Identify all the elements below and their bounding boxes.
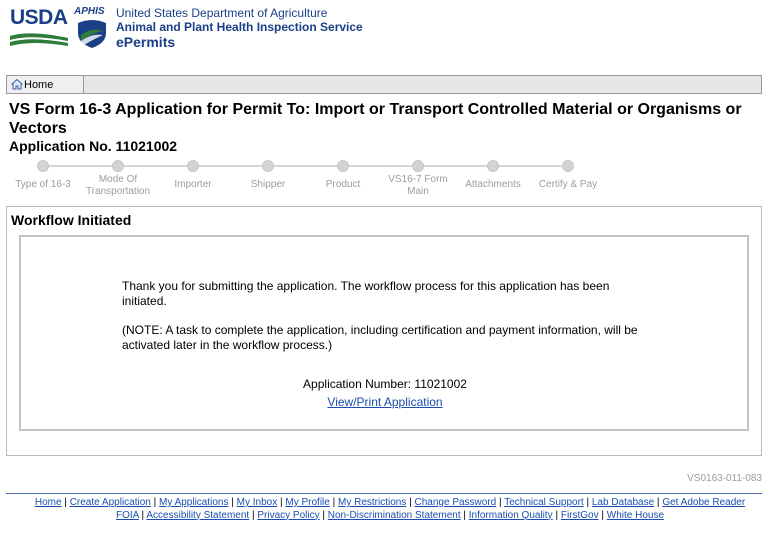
footer-link-non-discrimination-statement[interactable]: Non-Discrimination Statement [328, 510, 461, 521]
footer-link-information-quality[interactable]: Information Quality [469, 510, 553, 521]
step-label: Certify & Pay [538, 179, 598, 190]
message-box: Thank you for submitting the application… [19, 235, 749, 431]
service-name: Animal and Plant Health Inspection Servi… [116, 20, 363, 34]
footer-link-my-restrictions[interactable]: My Restrictions [338, 497, 406, 508]
step-dot [562, 160, 574, 172]
step-label: Product [325, 179, 361, 190]
view-print-application-link[interactable]: View/Print Application [21, 395, 749, 409]
step-dot [187, 160, 199, 172]
step-dot [262, 160, 274, 172]
department-name: United States Department of Agriculture [116, 6, 328, 20]
step-label: VS16-7 Form Main [388, 174, 448, 197]
agency-block: United States Department of Agriculture … [116, 6, 363, 49]
application-number-heading: Application No. 11021002 [9, 138, 178, 154]
usda-swoosh-icon [10, 33, 68, 46]
footer-link-technical-support[interactable]: Technical Support [504, 497, 584, 508]
usda-logo-text: USDA [10, 6, 68, 29]
step-label: Type of 16-3 [15, 179, 71, 190]
footer-link-foia[interactable]: FOIA [116, 510, 139, 521]
step-label: Mode Of Transportation [85, 174, 151, 197]
footer-link-accessibility-statement[interactable]: Accessibility Statement [146, 510, 249, 521]
footer-link-change-password[interactable]: Change Password [415, 497, 497, 508]
home-tab[interactable]: Home [7, 76, 84, 93]
footer-link-home[interactable]: Home [35, 497, 62, 508]
footer-line-2: FOIA | Accessibility Statement | Privacy… [115, 509, 665, 521]
footer-divider [6, 493, 762, 494]
confirmation-message: Thank you for submitting the application… [122, 279, 610, 308]
workflow-panel: Workflow Initiated Thank you for submitt… [6, 206, 762, 456]
step-dot [112, 160, 124, 172]
page-title: VS Form 16-3 Application for Permit To: … [9, 101, 742, 137]
usda-logo[interactable]: USDA [10, 6, 68, 48]
page-code: VS0163-011-083 [687, 473, 762, 484]
progress-steps: Type of 16-3 Mode Of Transportation Impo… [0, 160, 768, 200]
footer-link-create-application[interactable]: Create Application [70, 497, 151, 508]
footer-link-privacy-policy[interactable]: Privacy Policy [257, 510, 319, 521]
footer-link-white-house[interactable]: White House [607, 510, 664, 521]
footer-link-firstgov[interactable]: FirstGov [561, 510, 599, 521]
aphis-shield-icon [78, 20, 106, 48]
step-label: Shipper [250, 179, 286, 190]
footer-links: Home | Create Application | My Applicati… [20, 497, 760, 522]
aphis-logo-text: APHIS [74, 6, 105, 17]
step-dot [37, 160, 49, 172]
footer-link-my-profile[interactable]: My Profile [285, 497, 329, 508]
nav-bar: Home [6, 75, 762, 94]
footer-link-get-adobe-reader[interactable]: Get Adobe Reader [662, 497, 745, 508]
aphis-logo[interactable]: APHIS [74, 6, 110, 50]
app-name: ePermits [116, 34, 176, 50]
footer-link-my-applications[interactable]: My Applications [159, 497, 228, 508]
application-number-text: Application Number: 11021002 [303, 377, 467, 391]
footer-link-my-inbox[interactable]: My Inbox [237, 497, 278, 508]
site-header: USDA APHIS United States Department of A… [0, 0, 768, 56]
step-dot [412, 160, 424, 172]
footer-line-1: Home | Create Application | My Applicati… [34, 497, 746, 508]
step-label: Importer [174, 179, 212, 190]
step-label: Attachments [465, 179, 521, 190]
panel-title: Workflow Initiated [11, 212, 132, 228]
step-dot [487, 160, 499, 172]
home-tab-label: Home [24, 78, 54, 91]
step-dot [337, 160, 349, 172]
workflow-note: (NOTE: A task to complete the applicatio… [122, 323, 638, 352]
footer-link-lab-database[interactable]: Lab Database [592, 497, 654, 508]
home-icon [11, 78, 23, 90]
